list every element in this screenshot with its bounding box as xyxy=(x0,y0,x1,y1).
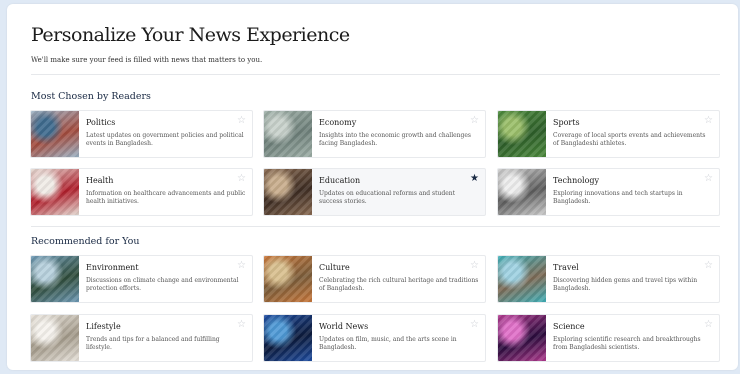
topic-image xyxy=(31,256,79,302)
header-divider xyxy=(31,74,720,75)
topic-card-economy[interactable]: Economy Insights into the economic growth… xyxy=(263,110,486,158)
topic-name: Education xyxy=(319,176,361,185)
topic-image xyxy=(264,315,312,361)
topic-card-lifestyle[interactable]: Lifestyle Trends and tips for a balanced … xyxy=(30,314,253,362)
topic-card-health[interactable]: Health Information on healthcare advancem… xyxy=(30,168,253,216)
topic-description: Trends and tips for a balanced and fulfi… xyxy=(86,336,220,351)
topic-description: Discussions on climate change and enviro… xyxy=(86,277,239,292)
topic-card-world-news[interactable]: World News Updates on film, music, and th… xyxy=(263,314,486,362)
topic-image xyxy=(498,111,546,157)
page-subtitle: We'll make sure your feed is filled with… xyxy=(31,56,263,64)
star-outline-icon[interactable]: ☆ xyxy=(237,261,246,271)
star-outline-icon[interactable]: ☆ xyxy=(237,174,246,184)
topic-name: Economy xyxy=(319,118,357,127)
topic-image xyxy=(498,256,546,302)
topic-card-science[interactable]: Science Exploring scientific research and… xyxy=(497,314,720,362)
topic-image xyxy=(498,169,546,215)
topic-text: Technology Exploring innovations and tech… xyxy=(546,169,719,215)
topic-card-environment[interactable]: Environment Discussions on climate change… xyxy=(30,255,253,303)
topic-image xyxy=(498,315,546,361)
topic-name: Health xyxy=(86,176,114,185)
topic-name: Travel xyxy=(553,263,579,272)
star-outline-icon[interactable]: ☆ xyxy=(237,320,246,330)
star-outline-icon[interactable]: ☆ xyxy=(470,320,479,330)
star-outline-icon[interactable]: ☆ xyxy=(470,261,479,271)
topic-text: Economy Insights into the economic growth… xyxy=(312,111,485,157)
section-divider xyxy=(31,226,720,227)
topic-description: Coverage of local sports events and achi… xyxy=(553,132,706,147)
topic-name: Lifestyle xyxy=(86,322,121,331)
topic-description: Exploring innovations and tech startups … xyxy=(553,190,683,205)
topic-text: Science Exploring scientific research and… xyxy=(546,315,719,361)
topic-description: Celebrating the rich cultural heritage a… xyxy=(319,277,479,292)
topic-name: Politics xyxy=(86,118,116,127)
star-outline-icon[interactable]: ☆ xyxy=(704,320,713,330)
section-title: Most Chosen by Readers xyxy=(31,91,151,102)
preferences-panel: Personalize Your News Experience We'll m… xyxy=(7,4,738,370)
topic-image xyxy=(31,111,79,157)
topic-card-sports[interactable]: Sports Coverage of local sports events an… xyxy=(497,110,720,158)
star-outline-icon[interactable]: ☆ xyxy=(704,116,713,126)
topic-card-travel[interactable]: Travel Discovering hidden gems and travel… xyxy=(497,255,720,303)
topic-name: Environment xyxy=(86,263,139,272)
topic-image xyxy=(31,169,79,215)
topic-text: Environment Discussions on climate change… xyxy=(79,256,252,302)
topic-name: Science xyxy=(553,322,585,331)
topic-card-education[interactable]: Education Updates on educational reforms … xyxy=(263,168,486,216)
page-title: Personalize Your News Experience xyxy=(31,24,350,46)
topic-card-technology[interactable]: Technology Exploring innovations and tech… xyxy=(497,168,720,216)
topic-text: World News Updates on film, music, and th… xyxy=(312,315,485,361)
topic-text: Culture Celebrating the rich cultural her… xyxy=(312,256,485,302)
topic-description: Updates on educational reforms and stude… xyxy=(319,190,456,205)
star-outline-icon[interactable]: ☆ xyxy=(704,174,713,184)
topic-image xyxy=(264,169,312,215)
topic-image xyxy=(264,256,312,302)
star-outline-icon[interactable]: ☆ xyxy=(470,116,479,126)
star-outline-icon[interactable]: ☆ xyxy=(704,261,713,271)
topic-description: Exploring scientific research and breakt… xyxy=(553,336,701,351)
topic-name: World News xyxy=(319,322,369,331)
topic-description: Updates on film, music, and the arts sce… xyxy=(319,336,457,351)
topic-name: Culture xyxy=(319,263,350,272)
topic-text: Politics Latest updates on government pol… xyxy=(79,111,252,157)
section-title: Recommended for You xyxy=(31,236,140,247)
topic-card-politics[interactable]: Politics Latest updates on government pol… xyxy=(30,110,253,158)
topic-description: Discovering hidden gems and travel tips … xyxy=(553,277,698,292)
topic-description: Insights into the economic growth and ch… xyxy=(319,132,472,147)
topic-description: Latest updates on government policies an… xyxy=(86,132,244,147)
topic-image xyxy=(31,315,79,361)
topic-text: Travel Discovering hidden gems and travel… xyxy=(546,256,719,302)
star-outline-icon[interactable]: ☆ xyxy=(237,116,246,126)
topic-text: Education Updates on educational reforms … xyxy=(312,169,485,215)
topic-text: Health Information on healthcare advancem… xyxy=(79,169,252,215)
star-filled-icon[interactable]: ★ xyxy=(470,174,479,184)
topic-description: Information on healthcare advancements a… xyxy=(86,190,246,205)
topic-text: Lifestyle Trends and tips for a balanced … xyxy=(79,315,252,361)
topic-name: Technology xyxy=(553,176,600,185)
topic-image xyxy=(264,111,312,157)
topic-card-culture[interactable]: Culture Celebrating the rich cultural her… xyxy=(263,255,486,303)
topic-text: Sports Coverage of local sports events an… xyxy=(546,111,719,157)
topic-name: Sports xyxy=(553,118,580,127)
